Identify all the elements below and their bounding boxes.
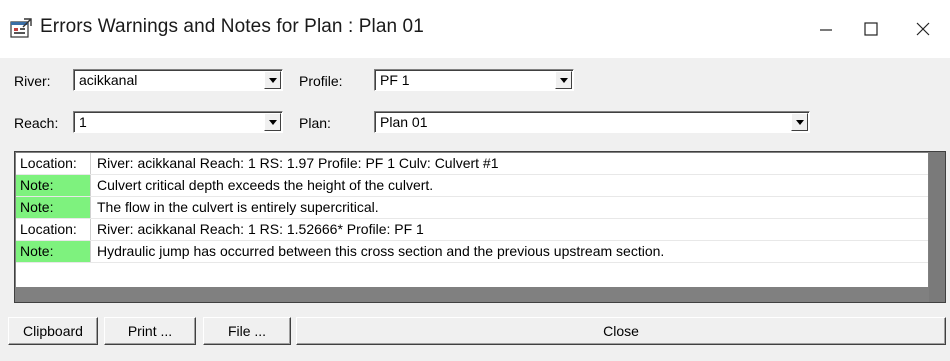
message-text: The flow in the culvert is entirely supe… [97,199,379,215]
messages-list: Location: River: acikkanal Reach: 1 RS: … [16,153,928,287]
plan-value: Plan 01 [380,114,428,130]
chevron-down-icon[interactable] [791,113,808,131]
river-label: River: [14,73,51,89]
reach-value: 1 [79,114,87,130]
message-text: Culvert critical depth exceeds the heigh… [97,177,434,193]
close-icon [916,22,930,36]
table-row[interactable]: Note: Hydraulic jump has occurred betwee… [16,241,928,263]
reach-select[interactable]: 1 [73,111,283,133]
message-type: Note: [16,197,91,218]
minimize-button[interactable] [806,12,846,46]
message-text: River: acikkanal Reach: 1 RS: 1.97 Profi… [97,155,499,171]
table-row[interactable]: Note: The flow in the culvert is entirel… [16,197,928,219]
close-window-button[interactable] [903,12,943,46]
table-row[interactable]: Note: Culvert critical depth exceeds the… [16,175,928,197]
chevron-down-icon[interactable] [264,113,281,131]
profile-value: PF 1 [380,72,410,88]
plan-label: Plan: [299,115,331,131]
maximize-button[interactable] [851,12,891,46]
message-text: Hydraulic jump has occurred between this… [97,243,665,259]
app-window-icon [10,18,32,38]
message-type: Note: [16,241,91,262]
reach-label: Reach: [14,115,59,131]
window-title: Errors Warnings and Notes for Plan : Pla… [40,16,424,37]
table-row[interactable]: Location: River: acikkanal Reach: 1 RS: … [16,219,928,241]
message-type: Note: [16,175,91,196]
maximize-icon [864,22,878,36]
profile-select[interactable]: PF 1 [374,69,574,91]
minimize-icon [820,29,832,31]
close-button[interactable]: Close [296,317,946,345]
message-text: River: acikkanal Reach: 1 RS: 1.52666* P… [97,221,424,237]
messages-grid[interactable]: Location: River: acikkanal Reach: 1 RS: … [14,151,946,303]
message-type: Location: [16,219,91,240]
river-value: acikkanal [79,72,138,88]
river-select[interactable]: acikkanal [73,69,283,91]
table-row[interactable]: Location: River: acikkanal Reach: 1 RS: … [16,153,928,175]
grid-scrollbar[interactable] [929,152,945,302]
title-bar: Errors Warnings and Notes for Plan : Pla… [0,0,950,58]
message-type: Location: [16,153,91,174]
chevron-down-icon[interactable] [555,71,572,89]
clipboard-button[interactable]: Clipboard [8,317,98,345]
file-button[interactable]: File ... [203,317,291,345]
print-button[interactable]: Print ... [104,317,196,345]
chevron-down-icon[interactable] [264,71,281,89]
plan-select[interactable]: Plan 01 [374,111,810,133]
profile-label: Profile: [299,73,343,89]
